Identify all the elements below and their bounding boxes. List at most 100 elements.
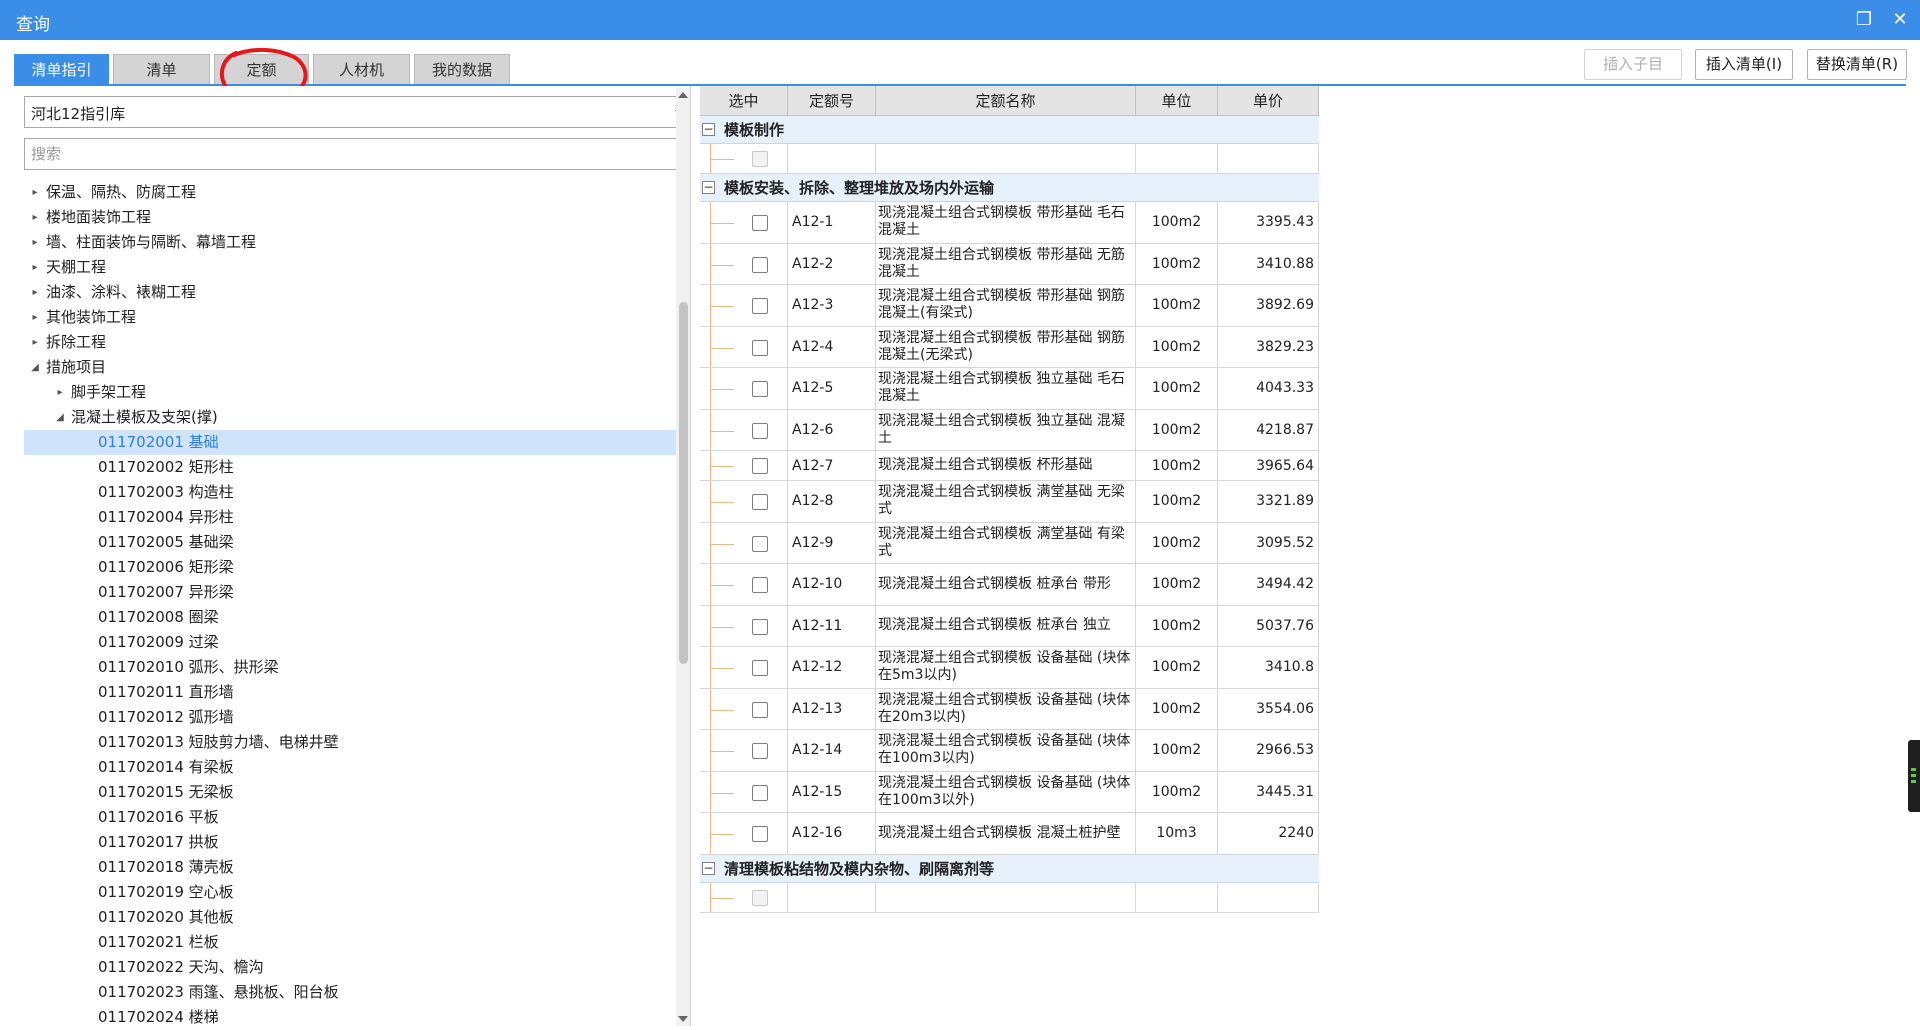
tree-node[interactable]: 011702003 构造柱 <box>24 480 676 505</box>
row-checkbox[interactable] <box>752 826 768 842</box>
row-checkbox[interactable] <box>752 618 768 635</box>
expand-icon[interactable]: ▸ <box>28 305 42 330</box>
row-checkbox[interactable] <box>752 889 768 906</box>
table-row[interactable]: A12-10 现浇混凝土组合式钢模板 桩承台 带形 100m2 3494.42 <box>700 564 1319 606</box>
tree-node[interactable]: 011702014 有梁板 <box>24 755 676 780</box>
expand-icon[interactable]: ▸ <box>28 230 42 255</box>
table-row[interactable]: A12-16 现浇混凝土组合式钢模板 混凝土桩护壁 10m3 2240 <box>700 813 1319 855</box>
tree-node[interactable]: ▸ 油漆、涂料、裱糊工程 <box>24 280 676 305</box>
row-checkbox[interactable] <box>752 577 768 593</box>
insert-child-button[interactable]: 插入子目 <box>1584 49 1682 80</box>
table-row[interactable]: A12-8 现浇混凝土组合式钢模板 满堂基础 无梁式 100m2 3321.89 <box>700 481 1319 523</box>
tree-node[interactable]: ▸ 其他装饰工程 <box>24 305 676 330</box>
table-row[interactable]: A12-15 现浇混凝土组合式钢模板 设备基础 (块体在100m3以外) 100m2… <box>700 771 1319 813</box>
collapse-icon[interactable]: ◢ <box>53 405 67 430</box>
table-row[interactable]: A12-9 现浇混凝土组合式钢模板 满堂基础 有梁式 100m2 3095.52 <box>700 522 1319 564</box>
row-checkbox[interactable] <box>752 151 768 167</box>
expand-icon[interactable]: ▸ <box>28 280 42 305</box>
restore-icon[interactable]: ❐ <box>1852 8 1876 32</box>
row-checkbox[interactable] <box>752 256 768 273</box>
replace-list-button[interactable]: 替换清单(R) <box>1807 49 1907 80</box>
tree-node[interactable]: 011702013 短肢剪力墙、电梯井壁 <box>24 730 676 755</box>
tab-list-guide[interactable]: 清单指引 <box>14 54 109 84</box>
table-row[interactable] <box>700 144 1319 174</box>
tree-node[interactable]: ▸ 墙、柱面装饰与隔断、幕墙工程 <box>24 230 676 255</box>
row-checkbox[interactable] <box>752 458 768 474</box>
tree-node[interactable]: 011702020 其他板 <box>24 905 676 930</box>
table-row[interactable]: A12-11 现浇混凝土组合式钢模板 桩承台 独立 100m2 5037.76 <box>700 605 1319 647</box>
tree-node[interactable]: ◢ 混凝土模板及支架(撑) <box>24 405 676 430</box>
table-row[interactable]: A12-4 现浇混凝土组合式钢模板 带形基础 钢筋混凝土(无梁式) 100m2 382… <box>700 326 1319 368</box>
tree-node[interactable]: 011702017 拱板 <box>24 830 676 855</box>
row-checkbox[interactable] <box>752 381 768 397</box>
tree-node[interactable]: ▸ 脚手架工程 <box>24 380 676 405</box>
expand-icon[interactable]: ▸ <box>28 180 42 205</box>
tree-node[interactable]: 011702022 天沟、檐沟 <box>24 955 676 980</box>
table-row[interactable]: A12-12 现浇混凝土组合式钢模板 设备基础 (块体在5m3以内) 100m2 34… <box>700 647 1319 689</box>
group-row[interactable]: − 模板安装、拆除、整理堆放及场内外运输 <box>700 174 1319 202</box>
tab-labor-material[interactable]: 人材机 <box>313 54 410 84</box>
tree-node[interactable]: 011702004 异形柱 <box>24 505 676 530</box>
row-checkbox[interactable] <box>752 339 768 356</box>
collapse-icon[interactable]: − <box>702 861 715 875</box>
tree-node[interactable]: 011702021 栏板 <box>24 930 676 955</box>
table-row[interactable]: A12-6 现浇混凝土组合式钢模板 独立基础 混凝土 100m2 4218.87 <box>700 409 1319 451</box>
table-row[interactable]: A12-13 现浇混凝土组合式钢模板 设备基础 (块体在20m3以内) 100m2 3… <box>700 688 1319 730</box>
scroll-down-icon[interactable] <box>678 1016 688 1022</box>
tree-scrollbar[interactable] <box>676 88 690 1026</box>
tree-node[interactable]: 011702016 平板 <box>24 805 676 830</box>
tree-node[interactable]: 011702007 异形梁 <box>24 580 676 605</box>
tab-list[interactable]: 清单 <box>113 54 210 84</box>
tree-node[interactable]: 011702023 雨篷、悬挑板、阳台板 <box>24 980 676 1005</box>
table-row[interactable]: A12-7 现浇混凝土组合式钢模板 杯形基础 100m2 3965.64 <box>700 451 1319 481</box>
tab-quota[interactable]: 定额 <box>214 54 309 84</box>
close-icon[interactable]: ✕ <box>1888 8 1912 32</box>
row-checkbox[interactable] <box>752 215 768 231</box>
row-checkbox[interactable] <box>752 743 768 759</box>
table-row[interactable]: A12-14 现浇混凝土组合式钢模板 设备基础 (块体在100m3以内) 100m2… <box>700 730 1319 772</box>
tree-node[interactable]: ◢ 措施项目 <box>24 355 676 380</box>
tree-node[interactable]: 011702012 弧形墙 <box>24 705 676 730</box>
expand-icon[interactable]: ▸ <box>28 205 42 230</box>
row-checkbox[interactable] <box>752 298 768 314</box>
table-row[interactable]: A12-5 现浇混凝土组合式钢模板 独立基础 毛石混凝土 100m2 4043.33 <box>700 368 1319 410</box>
row-checkbox[interactable] <box>752 494 768 510</box>
table-row[interactable]: A12-3 现浇混凝土组合式钢模板 带形基础 钢筋混凝土(有梁式) 100m2 389… <box>700 285 1319 327</box>
collapse-icon[interactable]: − <box>702 123 715 136</box>
scroll-up-icon[interactable] <box>678 92 688 98</box>
tree-node[interactable]: 011702001 基础 <box>24 430 676 455</box>
row-checkbox[interactable] <box>752 422 768 439</box>
tree-node[interactable]: 011702010 弧形、拱形梁 <box>24 655 676 680</box>
tree-node[interactable]: 011702019 空心板 <box>24 880 676 905</box>
tree-node[interactable]: 011702008 圈梁 <box>24 605 676 630</box>
library-select[interactable]: 河北12指引库 <box>24 96 690 128</box>
table-row[interactable] <box>700 882 1319 913</box>
tree-node[interactable]: 011702006 矩形梁 <box>24 555 676 580</box>
tree-node[interactable]: 011702009 过梁 <box>24 630 676 655</box>
table-row[interactable]: A12-1 现浇混凝土组合式钢模板 带形基础 毛石混凝土 100m2 3395.43 <box>700 202 1319 244</box>
insert-list-button[interactable]: 插入清单(I) <box>1695 49 1793 80</box>
group-row[interactable]: − 清理模板粘结物及模内杂物、刷隔离剂等 <box>700 854 1319 883</box>
tree-node[interactable]: 011702018 薄壳板 <box>24 855 676 880</box>
expand-icon[interactable]: ▸ <box>28 255 42 280</box>
tree-node[interactable]: ▸ 楼地面装饰工程 <box>24 205 676 230</box>
group-row[interactable]: − 模板制作 <box>700 116 1319 144</box>
tree-node[interactable]: 011702005 基础梁 <box>24 530 676 555</box>
tree-node[interactable]: ▸ 保温、隔热、防腐工程 <box>24 180 676 205</box>
expand-icon[interactable]: ▸ <box>53 380 67 405</box>
row-checkbox[interactable] <box>752 535 768 552</box>
row-checkbox[interactable] <box>752 660 768 676</box>
row-checkbox[interactable] <box>752 701 768 718</box>
collapse-icon[interactable]: ◢ <box>28 355 42 380</box>
tree-node[interactable]: 011702024 楼梯 <box>24 1005 676 1026</box>
table-row[interactable]: A12-2 现浇混凝土组合式钢模板 带形基础 无筋混凝土 100m2 3410.88 <box>700 243 1319 285</box>
tab-my-data[interactable]: 我的数据 <box>414 54 510 84</box>
expand-icon[interactable]: ▸ <box>28 330 42 355</box>
tree-node[interactable]: 011702002 矩形柱 <box>24 455 676 480</box>
tree-node[interactable]: ▸ 天棚工程 <box>24 255 676 280</box>
collapse-icon[interactable]: − <box>702 181 715 194</box>
row-checkbox[interactable] <box>752 784 768 801</box>
tree-node[interactable]: 011702011 直形墙 <box>24 680 676 705</box>
tree-node[interactable]: ▸ 拆除工程 <box>24 330 676 355</box>
tree-node[interactable]: 011702015 无梁板 <box>24 780 676 805</box>
